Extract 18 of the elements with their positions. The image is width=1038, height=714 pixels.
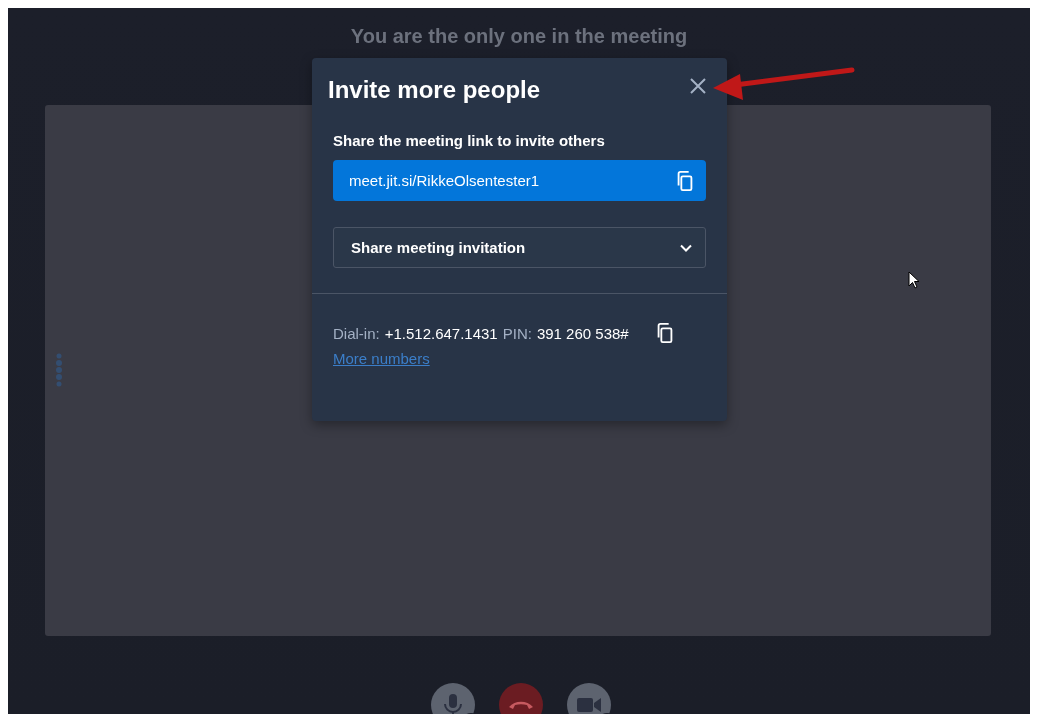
section-label: Share the meeting link to invite others <box>333 132 606 149</box>
pin-number: 391 260 538# <box>536 324 629 342</box>
camera-icon <box>577 697 601 713</box>
more-numbers-link[interactable]: More numbers <box>333 350 430 367</box>
cursor-icon <box>908 271 920 289</box>
dial-in-label: Dial-in: <box>333 324 380 342</box>
status-message: You are the only one in the meeting <box>350 24 688 49</box>
microphone-button[interactable] <box>431 683 475 714</box>
phone-icon <box>508 699 534 711</box>
hang-up-button[interactable] <box>499 683 543 714</box>
loading-icon <box>55 353 63 387</box>
camera-button[interactable] <box>567 683 611 714</box>
phone-number: +1.512.647.1431 <box>384 324 498 342</box>
dialog-title: Invite more people <box>328 76 541 104</box>
meeting-link-field[interactable]: meet.jit.si/RikkeOlsentester1 <box>333 160 706 201</box>
microphone-icon <box>443 693 463 714</box>
invitation-dropdown[interactable]: Share meeting invitation <box>333 227 706 268</box>
pin-label: PIN: <box>502 324 532 342</box>
